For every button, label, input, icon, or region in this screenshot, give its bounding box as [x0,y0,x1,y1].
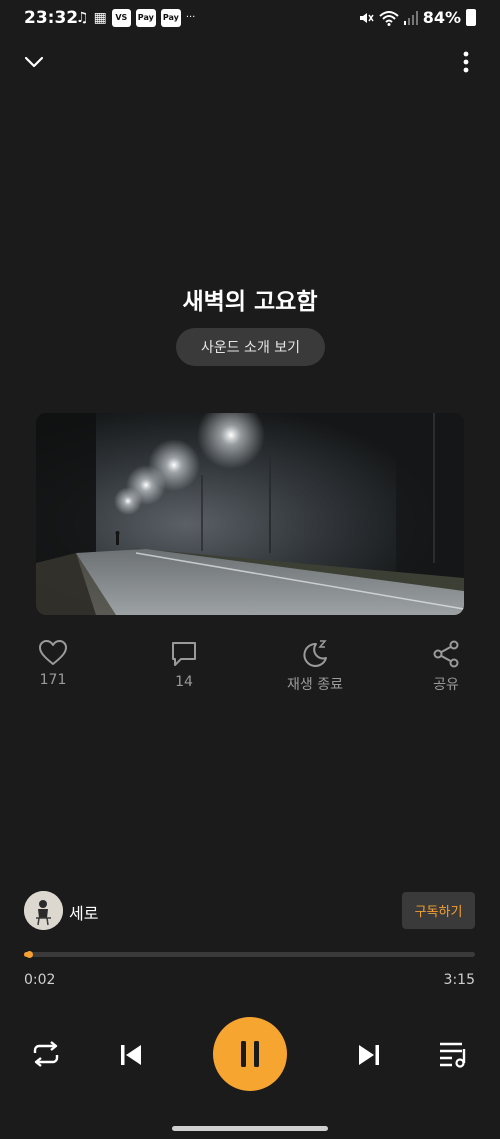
pause-icon [241,1041,259,1067]
status-notification-icons: ♫ ▦ VS Pay Pay ··· [76,9,195,27]
battery-percentage: 84% [422,8,461,27]
subscribe-button[interactable]: 구독하기 [402,892,475,929]
music-note-icon: ♫ [76,10,89,26]
progress-handle[interactable] [25,951,33,958]
artist-avatar[interactable] [24,891,63,930]
next-button[interactable] [354,1040,384,1070]
vs-icon: VS [111,9,131,27]
more-vertical-icon [463,51,469,73]
signal-icon [403,10,418,25]
moon-sleep-icon [303,640,327,667]
more-options-button[interactable] [452,48,480,76]
skip-previous-icon [121,1045,141,1065]
sound-intro-button[interactable]: 사운드 소개 보기 [176,328,325,366]
cover-image [36,413,464,615]
status-time: 23:32 [24,8,79,28]
share-label: 공유 [433,677,459,693]
repeat-icon [33,1041,59,1067]
status-bar: 23:32 ♫ ▦ VS Pay Pay ··· 84% [0,0,500,38]
more-dots-icon: ··· [185,12,196,23]
heart-icon [39,640,67,665]
collapse-button[interactable] [20,48,48,76]
playlist-button[interactable] [437,1038,469,1070]
chevron-down-icon [24,56,44,68]
share-icon [433,640,459,668]
sleep-timer-label: 재생 종료 [287,677,343,693]
battery-icon [466,9,476,26]
like-count: 171 [39,672,67,688]
wifi-icon [379,10,399,26]
mute-icon [359,12,374,23]
repeat-button[interactable] [30,1038,62,1070]
calendar-icon: ▦ [93,10,107,26]
progress-bar[interactable] [24,951,475,958]
home-indicator[interactable] [172,1126,328,1131]
pay-icon: Pay [160,9,181,27]
total-time: 3:15 [443,972,475,988]
status-system-icons: 84% [358,8,476,27]
share-button[interactable]: 공유 [406,640,486,694]
artist-name[interactable]: 세로 [69,900,98,924]
comment-button[interactable]: 14 [144,640,224,690]
like-button[interactable]: 171 [13,640,93,688]
action-row: 171 14 재생 종료 공유 [0,640,500,700]
skip-next-icon [359,1045,379,1065]
pause-button[interactable] [213,1017,287,1091]
previous-button[interactable] [116,1040,146,1070]
playlist-icon [440,1042,466,1068]
track-title: 새벽의 고요함 [182,289,318,315]
comment-icon [172,642,196,666]
sleep-timer-button[interactable]: 재생 종료 [275,640,355,694]
current-time: 0:02 [24,972,56,988]
comment-count: 14 [175,674,193,690]
pay-icon: Pay [135,9,156,27]
